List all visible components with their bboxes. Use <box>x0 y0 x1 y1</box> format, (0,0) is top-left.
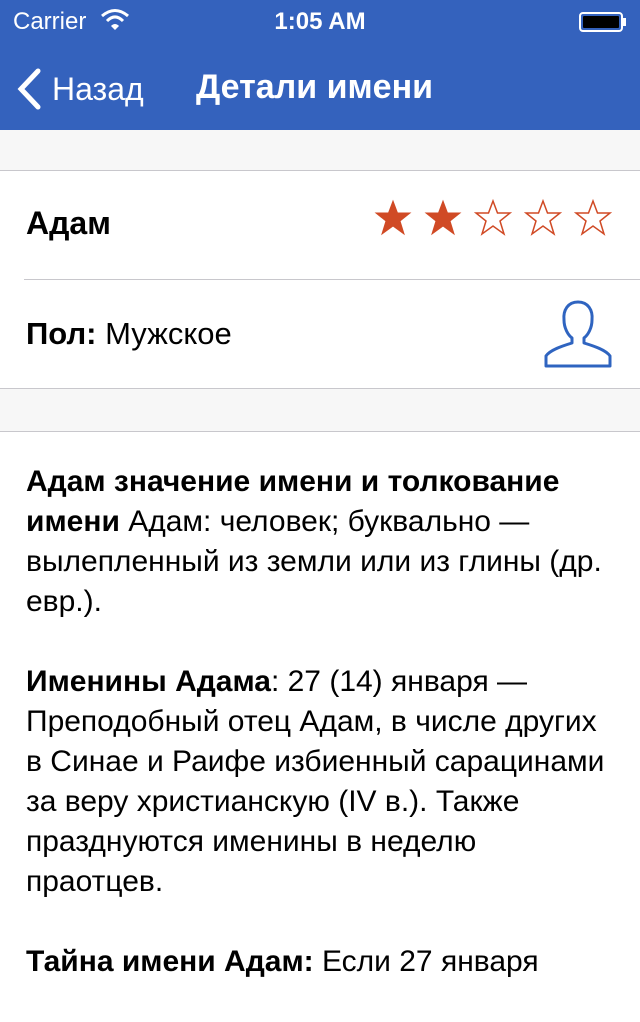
rating-stars[interactable] <box>374 199 612 237</box>
description: Адам значение имени и толкование имени А… <box>26 462 616 1022</box>
battery-icon <box>579 12 626 32</box>
page-title: Детали имени <box>196 68 434 106</box>
gender-row: Пол: Мужское <box>0 280 640 388</box>
navigation-bar: Carrier 1:05 AM Назад Детали имени <box>0 0 640 130</box>
name-row: Адам <box>0 171 640 279</box>
status-time: 1:05 AM <box>274 8 366 35</box>
name-title: Адам <box>26 205 111 241</box>
gender-label: Пол: <box>26 316 97 351</box>
paragraph-heading: Тайна имени Адам: <box>26 945 314 978</box>
star-icon[interactable] <box>524 199 562 237</box>
status-bar: Carrier 1:05 AM <box>0 0 640 44</box>
paragraph-text: Если 27 января <box>313 945 539 978</box>
paragraph-heading: Именины Адама <box>26 665 271 698</box>
paragraph-text: : 27 (14) января — Преподобный отец Адам… <box>26 665 605 898</box>
back-label: Назад <box>52 70 144 107</box>
paragraph: Тайна имени Адам: Если 27 января <box>26 942 616 982</box>
paragraph: Именины Адама: 27 (14) января — Преподоб… <box>26 662 616 902</box>
person-icon <box>544 300 612 368</box>
section-spacer <box>0 388 640 432</box>
back-chevron-icon <box>17 68 41 110</box>
gender-info: Пол: Мужское <box>26 316 232 352</box>
star-icon[interactable] <box>374 199 412 237</box>
gender-value: Мужское <box>105 316 232 351</box>
paragraph: Адам значение имени и толкование имени А… <box>26 462 616 622</box>
section-spacer <box>0 130 640 171</box>
star-icon[interactable] <box>474 199 512 237</box>
star-icon[interactable] <box>574 199 612 237</box>
star-icon[interactable] <box>424 199 462 237</box>
back-button[interactable]: Назад <box>16 64 144 114</box>
